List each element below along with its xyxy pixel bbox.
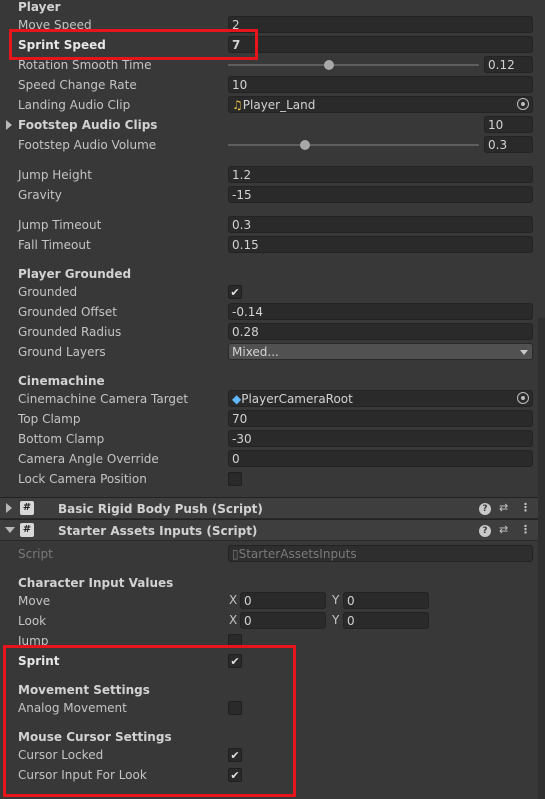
jump-height-field[interactable]: 1.2 (228, 166, 533, 183)
footstep-audio-volume-label: Footstep Audio Volume (18, 138, 157, 152)
scrollbar[interactable] (538, 318, 545, 799)
look-x-field[interactable]: 0 (240, 612, 326, 629)
expand-arrow-icon[interactable] (6, 120, 12, 130)
script-field: ▯StarterAssetsInputs (228, 545, 533, 562)
camera-angle-override-label: Camera Angle Override (18, 452, 159, 466)
collapse-arrow-icon[interactable] (5, 527, 15, 533)
look-y-label: Y (332, 613, 340, 627)
checkmark-icon: ✔ (230, 286, 240, 299)
fall-timeout-label: Fall Timeout (18, 238, 91, 252)
script-value: StarterAssetsInputs (238, 547, 357, 561)
audio-clip-icon: ♫ (232, 98, 243, 112)
top-clamp-label: Top Clamp (18, 412, 81, 426)
look-y-field[interactable]: 0 (343, 612, 429, 629)
object-picker-icon[interactable] (517, 98, 529, 110)
jump-timeout-field[interactable]: 0.3 (228, 216, 533, 233)
footstep-audio-volume-slider-thumb[interactable] (300, 140, 310, 150)
camera-target-value: PlayerCameraRoot (241, 392, 353, 406)
sprint-speed-highlight (9, 29, 258, 60)
gravity-label: Gravity (18, 188, 62, 202)
script-label: Script (18, 547, 53, 561)
grounded-label: Grounded (18, 285, 78, 299)
fall-timeout-field[interactable]: 0.15 (228, 236, 533, 253)
jump-height-label: Jump Height (18, 168, 92, 182)
grounded-checkbox[interactable]: ✔ (228, 285, 242, 299)
player-header: Player (18, 0, 61, 14)
footstep-audio-volume-slider-track[interactable] (228, 144, 479, 146)
script-icon: # (20, 501, 34, 515)
rigid-body-push-title: Basic Rigid Body Push (Script) (58, 502, 263, 516)
starter-assets-inputs-title: Starter Assets Inputs (Script) (58, 524, 258, 538)
landing-audio-clip-label: Landing Audio Clip (18, 98, 131, 112)
move-y-label: Y (332, 593, 340, 607)
landing-audio-clip-value: Player_Land (242, 98, 316, 112)
landing-audio-clip-field[interactable]: ♫Player_Land (228, 96, 533, 113)
move-x-label: X (229, 593, 238, 607)
sprint-speed-field[interactable]: 7 (228, 36, 533, 53)
footstep-audio-volume-field[interactable]: 0.3 (484, 136, 533, 153)
rotation-smooth-time-slider-thumb[interactable] (324, 60, 334, 70)
more-options-icon[interactable]: ⋮ (520, 523, 531, 537)
camera-angle-override-field[interactable]: 0 (228, 450, 533, 467)
bottom-clamp-label: Bottom Clamp (18, 432, 105, 446)
help-icon[interactable]: ? (479, 503, 491, 515)
speed-change-rate-label: Speed Change Rate (18, 78, 137, 92)
rigid-body-push-component-header[interactable]: # Basic Rigid Body Push (Script) ? ⇄ ⋮ (0, 497, 545, 519)
top-clamp-field[interactable]: 70 (228, 410, 533, 427)
script-icon: # (20, 523, 34, 537)
move-label: Move (18, 594, 51, 608)
grounded-radius-field[interactable]: 0.28 (228, 323, 533, 340)
rotation-smooth-time-field[interactable]: 0.12 (484, 56, 533, 73)
character-input-values-header: Character Input Values (18, 576, 174, 590)
presets-icon[interactable]: ⇄ (499, 501, 508, 515)
lock-camera-position-checkbox[interactable] (228, 472, 242, 486)
move-x-field[interactable]: 0 (240, 592, 326, 609)
move-speed-field[interactable]: 2 (228, 16, 533, 33)
lock-camera-position-label: Lock Camera Position (18, 472, 147, 486)
presets-icon[interactable]: ⇄ (499, 523, 508, 537)
expand-arrow-icon[interactable] (6, 503, 12, 513)
gameobject-icon: ◆ (232, 392, 242, 406)
script-file-icon: ▯ (232, 547, 239, 561)
look-label: Look (18, 614, 47, 628)
sprint-settings-highlight (3, 645, 296, 797)
chevron-down-icon (520, 350, 528, 355)
look-x-label: X (229, 613, 238, 627)
player-grounded-header: Player Grounded (18, 267, 132, 281)
bottom-clamp-field[interactable]: -30 (228, 430, 533, 447)
footstep-audio-clips-label[interactable]: Footstep Audio Clips (18, 116, 157, 134)
more-options-icon[interactable]: ⋮ (520, 501, 531, 515)
speed-change-rate-field[interactable]: 10 (228, 76, 533, 93)
footstep-audio-clips-size-field[interactable]: 10 (484, 116, 533, 133)
gravity-field[interactable]: -15 (228, 186, 533, 203)
grounded-offset-field[interactable]: -0.14 (228, 303, 533, 320)
camera-target-label: Cinemachine Camera Target (18, 392, 189, 406)
cinemachine-header: Cinemachine (18, 374, 105, 388)
ground-layers-dropdown[interactable]: Mixed... (228, 343, 533, 360)
move-y-field[interactable]: 0 (343, 592, 429, 609)
camera-target-field[interactable]: ◆PlayerCameraRoot (228, 390, 533, 407)
ground-layers-label: Ground Layers (18, 345, 106, 359)
starter-assets-inputs-component-header[interactable]: # Starter Assets Inputs (Script) ? ⇄ ⋮ (0, 519, 545, 541)
jump-timeout-label: Jump Timeout (18, 218, 102, 232)
object-picker-icon[interactable] (517, 392, 529, 404)
grounded-radius-label: Grounded Radius (18, 325, 122, 339)
help-icon[interactable]: ? (479, 525, 491, 537)
rotation-smooth-time-slider-track[interactable] (228, 64, 479, 66)
grounded-offset-label: Grounded Offset (18, 305, 118, 319)
